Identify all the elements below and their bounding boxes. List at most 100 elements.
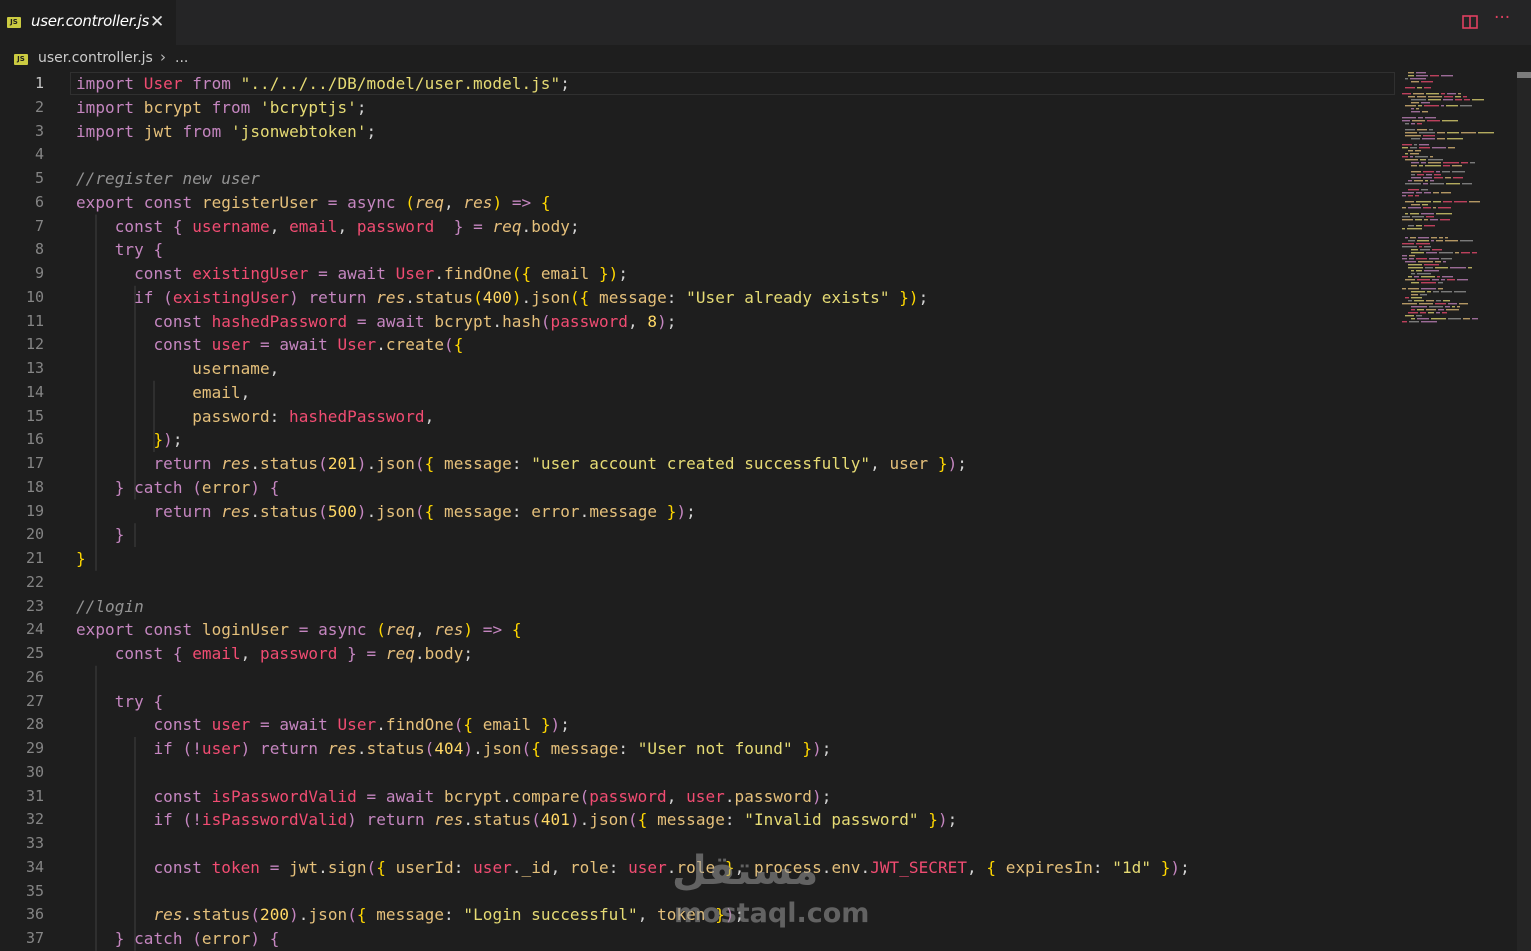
code-line[interactable]: 27 try { bbox=[0, 690, 1395, 714]
code-line[interactable]: 9 const existingUser = await User.findOn… bbox=[0, 262, 1395, 286]
minimap-line bbox=[1417, 273, 1431, 275]
minimap-line bbox=[1446, 309, 1459, 311]
code-token: return bbox=[153, 454, 212, 473]
code-line[interactable]: 25 const { email, password } = req.body; bbox=[0, 642, 1395, 666]
minimap-line bbox=[1419, 144, 1429, 146]
code-line[interactable]: 3 import jwt from 'jsonwebtoken'; bbox=[0, 120, 1395, 144]
code-token: "Login successful" bbox=[463, 905, 638, 925]
code-line[interactable]: 29 if (!user) return res.status(404).jso… bbox=[0, 737, 1395, 761]
code-line[interactable]: 24 export const loginUser = async (req, r… bbox=[0, 618, 1395, 642]
code-token: email bbox=[289, 216, 338, 236]
code-token: req bbox=[414, 192, 445, 212]
minimap-line bbox=[1415, 195, 1419, 197]
minimap-line bbox=[1402, 192, 1414, 194]
minimap-line bbox=[1405, 297, 1409, 299]
code-line[interactable]: 7 const { username, email, password } = … bbox=[0, 215, 1395, 239]
code-line[interactable]: 23 //login bbox=[0, 595, 1395, 619]
code-line[interactable]: 33 bbox=[0, 832, 1395, 856]
code-text: } bbox=[76, 547, 86, 570]
code-line[interactable]: 13 username, bbox=[0, 357, 1395, 381]
minimap-line bbox=[1439, 252, 1453, 254]
code-token: req bbox=[385, 620, 415, 640]
code-line[interactable]: 4 bbox=[0, 143, 1395, 167]
code-line[interactable]: 12 const user = await User.create({ bbox=[0, 333, 1395, 357]
code-token: , bbox=[337, 216, 357, 236]
code-token: const bbox=[153, 857, 202, 877]
code-line[interactable]: 34 const token = jwt.sign({ userId: user… bbox=[0, 856, 1395, 880]
code-line[interactable]: 15 password: hashedPassword, bbox=[0, 405, 1395, 429]
code-token: isPasswordValid bbox=[201, 810, 348, 830]
code-line[interactable]: 31 const isPasswordValid = await bcrypt.… bbox=[0, 785, 1395, 809]
minimap-line bbox=[1433, 201, 1441, 203]
code-line[interactable]: 36 res.status(200).json({ message: "Logi… bbox=[0, 903, 1395, 927]
code-line[interactable]: 11 const hashedPassword = await bcrypt.h… bbox=[0, 310, 1395, 334]
tab-user-controller[interactable]: JS user.controller.js ✕ bbox=[0, 0, 176, 45]
minimap-line bbox=[1417, 96, 1426, 98]
scrollbar-thumb[interactable] bbox=[1517, 72, 1531, 78]
minimap-line bbox=[1428, 162, 1441, 164]
minimap[interactable] bbox=[1400, 72, 1518, 332]
code-line[interactable]: 37 } catch (error) { bbox=[0, 927, 1395, 951]
minimap-line bbox=[1464, 99, 1470, 101]
code-line[interactable]: 18 } catch (error) { bbox=[0, 476, 1395, 500]
minimap-line bbox=[1421, 276, 1435, 278]
code-line[interactable]: 28 const user = await User.findOne({ ema… bbox=[0, 713, 1395, 737]
minimap-line bbox=[1461, 162, 1468, 164]
line-number: 13 bbox=[25, 359, 44, 377]
code-line[interactable]: 14 email, bbox=[0, 381, 1395, 405]
vertical-scrollbar[interactable] bbox=[1517, 72, 1531, 951]
code-line[interactable]: 2 import bcrypt from 'bcryptjs'; bbox=[0, 96, 1395, 120]
close-icon[interactable]: ✕ bbox=[150, 12, 164, 32]
minimap-line bbox=[1441, 258, 1452, 260]
minimap-line bbox=[1443, 261, 1446, 263]
minimap-line bbox=[1416, 75, 1428, 77]
code-line[interactable]: 20 } bbox=[0, 523, 1395, 547]
code-token: User bbox=[337, 715, 377, 735]
breadcrumb-file[interactable]: user.controller.js bbox=[38, 50, 153, 66]
minimap-line bbox=[1457, 306, 1460, 308]
code-line[interactable]: 32 if (!isPasswordValid) return res.stat… bbox=[0, 808, 1395, 832]
code-token: . bbox=[414, 644, 425, 663]
code-line[interactable]: 17 return res.status(201).json({ message… bbox=[0, 452, 1395, 476]
code-line[interactable]: 22 bbox=[0, 571, 1395, 595]
code-token: hashedPassword bbox=[289, 406, 425, 426]
code-line[interactable]: 5 //register new user bbox=[0, 167, 1395, 191]
code-line[interactable]: 6 export const registerUser = async (req,… bbox=[0, 191, 1395, 215]
code-line[interactable]: 21} bbox=[0, 547, 1395, 571]
code-token: ; bbox=[560, 74, 570, 93]
split-editor-icon[interactable] bbox=[1462, 15, 1478, 29]
code-text: const existingUser = await User.findOne(… bbox=[76, 262, 628, 285]
code-token: ; bbox=[560, 715, 570, 735]
code-text: export const registerUser = async (req, … bbox=[76, 191, 551, 214]
minimap-line bbox=[1478, 132, 1494, 134]
code-token: . bbox=[298, 905, 309, 925]
code-line[interactable]: 8 try { bbox=[0, 238, 1395, 262]
code-line[interactable]: 30 bbox=[0, 761, 1395, 785]
code-line[interactable]: 1 import User from "../../../DB/model/use… bbox=[0, 72, 1395, 96]
code-line[interactable]: 10 if (existingUser) return res.status(4… bbox=[0, 286, 1395, 310]
minimap-line bbox=[1438, 288, 1443, 290]
code-line[interactable]: 16 }); bbox=[0, 428, 1395, 452]
code-token: "1d" bbox=[1112, 857, 1152, 877]
code-line[interactable]: 35 bbox=[0, 880, 1395, 904]
breadcrumb-symbol[interactable]: ... bbox=[175, 50, 188, 66]
code-token: } bbox=[715, 905, 725, 925]
code-editor[interactable]: 1 import User from "../../../DB/model/use… bbox=[0, 72, 1531, 951]
minimap-line bbox=[1454, 201, 1467, 203]
code-token: ) bbox=[511, 287, 522, 307]
code-line[interactable]: 19 return res.status(500).json({ message… bbox=[0, 500, 1395, 524]
code-line[interactable]: 26 bbox=[0, 666, 1395, 690]
code-token: } bbox=[114, 477, 125, 497]
more-actions-icon[interactable]: ··· bbox=[1494, 8, 1510, 28]
